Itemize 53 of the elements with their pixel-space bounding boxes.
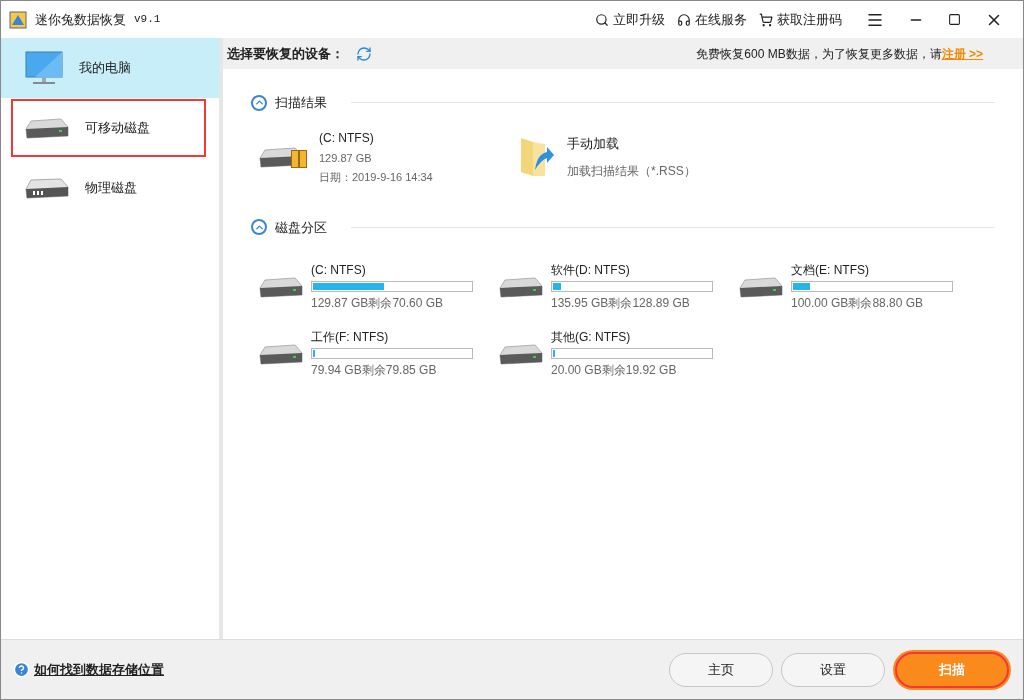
manual-load-title: 手动加载 xyxy=(567,135,620,154)
version-label: v9.1 xyxy=(134,12,161,28)
partition-name: 其他(G: NTFS) xyxy=(551,329,632,346)
refresh-icon[interactable] xyxy=(356,45,372,62)
drive-icon xyxy=(259,342,303,365)
drive-icon xyxy=(25,117,69,139)
drive-icon xyxy=(739,275,783,298)
footer-button[interactable]: 主页 xyxy=(669,652,773,687)
maximize-icon[interactable] xyxy=(948,13,961,26)
app-logo-icon xyxy=(9,10,27,29)
scan-result-item[interactable]: (C: NTFS) 129.87 GB 日期：2019-9-16 14:34 xyxy=(259,128,439,186)
result-name: (C: NTFS) xyxy=(319,129,375,147)
partition-name: 软件(D: NTFS) xyxy=(551,262,631,279)
partition-name: 文档(E: NTFS) xyxy=(791,262,870,279)
folder-arrow-icon xyxy=(519,136,555,178)
title-action-link[interactable]: 立即升级 xyxy=(595,9,665,30)
title-action-link[interactable]: 在线服务 xyxy=(677,9,747,30)
headset-icon xyxy=(677,12,691,27)
partition-item[interactable]: 软件(D: NTFS) 135.95 GB剩余128.89 GB xyxy=(499,261,739,312)
section-title: 扫描结果 xyxy=(275,94,327,112)
partition-info: 135.95 GB剩余128.89 GB xyxy=(551,295,691,312)
title-action-link[interactable]: 获取注册码 xyxy=(759,9,842,30)
footer-button[interactable]: 设置 xyxy=(781,652,885,687)
pause-icon xyxy=(291,150,307,168)
partition-info: 129.87 GB剩余70.60 GB xyxy=(311,295,445,312)
partition-name: 工作(F: NTFS) xyxy=(311,329,390,346)
partition-item[interactable]: 文档(E: NTFS) 100.00 GB剩余88.80 GB xyxy=(739,261,979,312)
partition-info: 100.00 GB剩余88.80 GB xyxy=(791,295,925,312)
header-label: 选择要恢复的设备： xyxy=(227,44,344,63)
window-title: 迷你兔数据恢复 xyxy=(35,10,126,29)
help-icon xyxy=(13,661,30,678)
notice-text: 免费恢复600 MB数据，为了恢复更多数据，请 xyxy=(696,45,942,63)
sidebar-item[interactable]: 我的电脑 xyxy=(1,38,219,98)
partition-info: 79.94 GB剩余79.85 GB xyxy=(311,362,438,379)
partition-item[interactable]: (C: NTFS) 129.87 GB剩余70.60 GB xyxy=(259,261,499,312)
manual-load-subtitle: 加载扫描结果（*.RSS） xyxy=(567,162,696,180)
result-date: 日期：2019-9-16 14:34 xyxy=(319,170,433,185)
partition-item[interactable]: 其他(G: NTFS) 20.00 GB剩余19.92 GB xyxy=(499,328,739,379)
collapse-toggle[interactable] xyxy=(251,94,267,111)
drive-icon xyxy=(499,342,543,365)
collapse-toggle[interactable] xyxy=(251,219,267,236)
result-size: 129.87 GB xyxy=(319,150,373,166)
monitor-icon xyxy=(25,51,63,85)
magnifier-icon xyxy=(595,12,609,27)
section-title: 磁盘分区 xyxy=(275,218,327,237)
cart-icon xyxy=(759,12,773,27)
partition-info: 20.00 GB剩余19.92 GB xyxy=(551,362,678,379)
manual-load-item[interactable]: 手动加载 加载扫描结果（*.RSS） xyxy=(519,134,696,180)
partition-name: (C: NTFS) xyxy=(311,262,367,279)
drive-icon xyxy=(259,275,303,298)
help-link[interactable]: 如何找到数据存储位置 xyxy=(34,659,164,680)
drive-icon xyxy=(499,275,543,298)
partition-item[interactable]: 工作(F: NTFS) 79.94 GB剩余79.85 GB xyxy=(259,328,499,379)
